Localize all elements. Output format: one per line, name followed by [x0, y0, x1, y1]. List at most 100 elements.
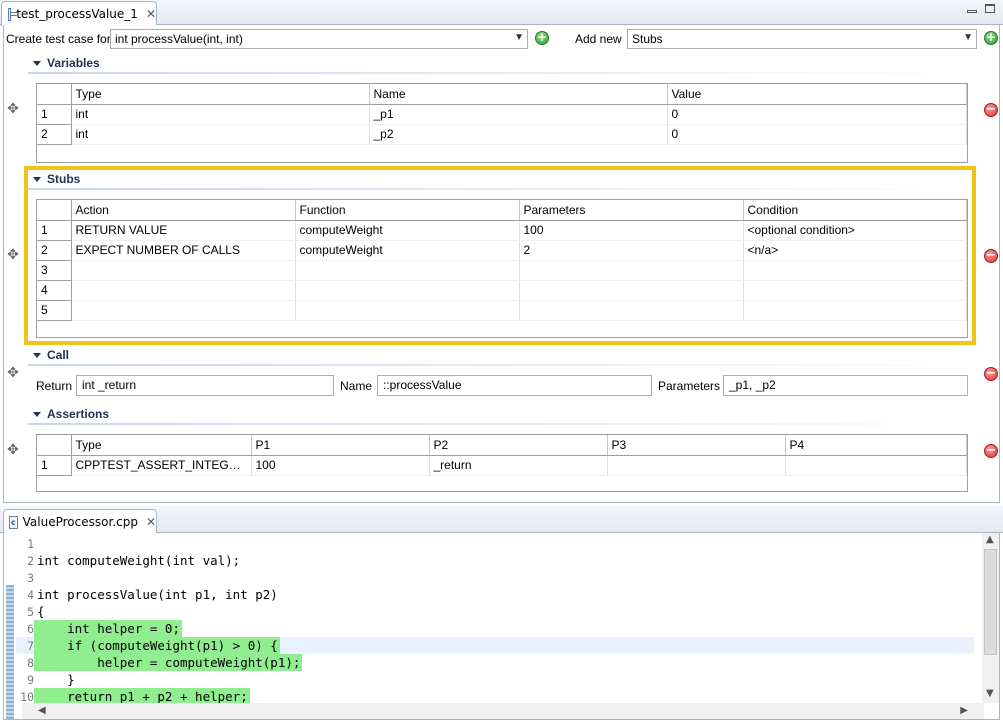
name-field[interactable]: ::processValue — [377, 375, 652, 396]
table-cell[interactable]: 100 — [519, 220, 744, 241]
table-cell[interactable]: <optional condition> — [743, 220, 967, 241]
move-icon[interactable]: ✥ — [6, 443, 20, 457]
table-cell[interactable]: _return — [429, 455, 608, 476]
scroll-left-icon[interactable]: ◀ — [38, 705, 46, 716]
table-row[interactable]: 4 — [37, 280, 967, 301]
remove-call-button[interactable]: − — [984, 367, 998, 381]
table-row[interactable]: 1 CPPTEST_ASSERT_INTEGER_E... 100 _retur… — [37, 455, 967, 476]
function-select[interactable]: int processValue(int, int) ▼ — [110, 29, 528, 49]
table-cell[interactable]: 0 — [667, 104, 967, 125]
return-field[interactable]: int _return — [76, 375, 334, 396]
scroll-up-icon[interactable]: ▲ — [986, 534, 994, 545]
column-header[interactable]: Type — [71, 84, 370, 105]
code-line[interactable]: 5{ — [16, 603, 974, 620]
remove-assertions-button[interactable]: − — [984, 444, 998, 458]
code-line[interactable]: 1 — [16, 535, 974, 552]
column-header[interactable]: Type — [71, 435, 252, 456]
section-stubs-header[interactable]: Stubs — [33, 171, 80, 187]
table-cell[interactable] — [71, 260, 296, 281]
close-icon[interactable]: ✕ — [146, 7, 156, 21]
column-header[interactable]: Name — [369, 84, 668, 105]
tab-test-processvalue[interactable]: test_processValue_1 ✕ — [1, 1, 157, 26]
row-number[interactable]: 1 — [37, 220, 72, 241]
table-cell[interactable] — [785, 455, 967, 476]
table-cell[interactable] — [607, 455, 786, 476]
column-header[interactable]: Function — [295, 200, 520, 221]
row-number[interactable]: 4 — [37, 280, 72, 301]
table-cell[interactable]: _p2 — [369, 124, 668, 145]
column-header[interactable]: P1 — [251, 435, 430, 456]
vertical-scrollbar[interactable]: ▲ ▼ — [982, 533, 999, 703]
row-number[interactable]: 2 — [37, 124, 72, 145]
table-cell[interactable] — [743, 260, 967, 281]
table-cell[interactable] — [743, 280, 967, 301]
row-number[interactable]: 5 — [37, 300, 72, 321]
table-row[interactable]: 2 int _p2 0 — [37, 124, 967, 145]
move-icon[interactable]: ✥ — [6, 248, 20, 262]
table-cell[interactable]: int — [71, 104, 370, 125]
table-cell[interactable]: int — [71, 124, 370, 145]
table-cell[interactable]: 0 — [667, 124, 967, 145]
table-cell[interactable] — [519, 280, 744, 301]
row-number[interactable]: 3 — [37, 260, 72, 281]
code-line-current[interactable]: 7 if (computeWeight(p1) > 0) { — [16, 637, 974, 654]
scrollbar-thumb[interactable] — [984, 549, 997, 655]
code-line[interactable]: 9 } — [16, 671, 974, 688]
code-line[interactable]: 3 — [16, 569, 974, 586]
table-cell[interactable] — [295, 300, 520, 321]
table-row[interactable]: 5 — [37, 300, 967, 321]
column-header[interactable]: Action — [71, 200, 296, 221]
column-header[interactable]: Condition — [743, 200, 967, 221]
code-line[interactable]: 4 int processValue(int p1, int p2) — [16, 586, 974, 603]
remove-variables-button[interactable]: − — [984, 103, 998, 117]
table-cell[interactable] — [71, 280, 296, 301]
code-area[interactable]: 1 2 int computeWeight(int val); 3 4 int pr… — [3, 533, 1000, 720]
table-cell[interactable]: EXPECT NUMBER OF CALLS — [71, 240, 296, 261]
column-header[interactable]: P3 — [607, 435, 786, 456]
section-variables-header[interactable]: Variables — [33, 55, 100, 71]
code-line-covered[interactable]: 8 helper = computeWeight(p1); — [16, 654, 974, 671]
table-cell[interactable]: CPPTEST_ASSERT_INTEGER_E... — [71, 455, 252, 476]
create-test-case-button[interactable]: + — [535, 31, 549, 45]
section-call-header[interactable]: Call — [33, 347, 69, 363]
table-cell[interactable] — [519, 260, 744, 281]
move-icon[interactable]: ✥ — [6, 102, 20, 116]
minimize-icon[interactable] — [967, 10, 977, 13]
code-line-covered[interactable]: 6 int helper = 0; — [16, 620, 974, 637]
row-number[interactable]: 1 — [37, 455, 72, 476]
table-cell[interactable]: _p1 — [369, 104, 668, 125]
remove-stubs-button[interactable]: − — [984, 249, 998, 263]
table-cell[interactable] — [71, 300, 296, 321]
add-new-select[interactable]: Stubs ▼ — [627, 29, 977, 49]
section-assertions-header[interactable]: Assertions — [33, 406, 109, 422]
horizontal-scrollbar[interactable]: ◀ ▶ — [22, 703, 984, 719]
close-icon[interactable]: ✕ — [146, 515, 156, 529]
maximize-icon[interactable] — [985, 4, 995, 13]
row-number[interactable]: 1 — [37, 104, 72, 125]
table-cell[interactable] — [743, 300, 967, 321]
column-header[interactable]: Value — [667, 84, 967, 105]
move-icon[interactable]: ✥ — [6, 366, 20, 380]
table-row[interactable]: 2 EXPECT NUMBER OF CALLS computeWeight 2… — [37, 240, 967, 261]
column-header[interactable]: P2 — [429, 435, 608, 456]
column-header[interactable]: P4 — [785, 435, 967, 456]
tab-valueprocessor-cpp[interactable]: c ValueProcessor.cpp ✕ — [3, 509, 157, 534]
table-cell[interactable]: RETURN VALUE — [71, 220, 296, 241]
parameters-field[interactable]: _p1, _p2 — [723, 375, 968, 396]
add-new-button[interactable]: + — [984, 31, 998, 45]
table-cell[interactable]: 100 — [251, 455, 430, 476]
table-cell[interactable]: <n/a> — [743, 240, 967, 261]
column-header[interactable]: Parameters — [519, 200, 744, 221]
table-row[interactable]: 1 int _p1 0 — [37, 104, 967, 125]
table-cell[interactable]: computeWeight — [295, 240, 520, 261]
table-cell[interactable] — [519, 300, 744, 321]
table-row[interactable]: 1 RETURN VALUE computeWeight 100 <option… — [37, 220, 967, 241]
table-row[interactable]: 3 — [37, 260, 967, 281]
code-line[interactable]: 2 int computeWeight(int val); — [16, 552, 974, 569]
table-cell[interactable]: computeWeight — [295, 220, 520, 241]
scroll-down-icon[interactable]: ▼ — [986, 688, 994, 699]
table-cell[interactable] — [295, 260, 520, 281]
row-number[interactable]: 2 — [37, 240, 72, 261]
scroll-right-icon[interactable]: ▶ — [960, 705, 968, 716]
table-cell[interactable] — [295, 280, 520, 301]
